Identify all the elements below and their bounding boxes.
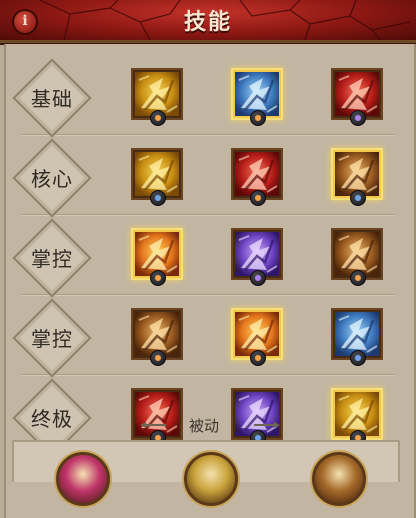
skill-slot[interactable]	[333, 230, 381, 286]
skill-slot[interactable]	[233, 150, 281, 206]
skill-slot[interactable]	[233, 70, 281, 126]
rune-badge-icon	[150, 270, 166, 286]
skill-slot[interactable]	[233, 310, 281, 366]
skill-slot[interactable]	[133, 230, 181, 286]
row-label: 核心	[31, 167, 73, 191]
skill-slot[interactable]	[333, 310, 381, 366]
bronze-passive-icon[interactable]	[312, 452, 366, 506]
rune-badge-icon	[350, 110, 366, 126]
crimson-passive-icon[interactable]	[56, 452, 110, 506]
skill-slot[interactable]	[233, 230, 281, 286]
skill-slot[interactable]	[333, 70, 381, 126]
row-label: 掌控	[31, 247, 73, 271]
row-divider	[22, 214, 394, 216]
rune-badge-icon	[150, 110, 166, 126]
rune-badge-icon	[250, 110, 266, 126]
rune-badge-icon	[250, 190, 266, 206]
gold-passive-icon[interactable]	[184, 452, 238, 506]
skill-slot[interactable]	[133, 310, 181, 366]
row-divider	[22, 134, 394, 136]
rune-badge-icon	[350, 270, 366, 286]
rune-badge-icon	[250, 270, 266, 286]
row-divider	[22, 294, 394, 296]
row-divider	[22, 374, 394, 376]
skill-slot[interactable]	[333, 150, 381, 206]
row-label: 基础	[31, 87, 73, 111]
skill-slot[interactable]	[133, 150, 181, 206]
rune-badge-icon	[150, 350, 166, 366]
row-label: 掌控	[31, 327, 73, 351]
title-bar: i 技能	[0, 0, 416, 43]
passive-section-header: 被动	[0, 413, 408, 437]
skill-slot[interactable]	[133, 70, 181, 126]
right-ornament-icon	[254, 422, 280, 428]
page-title: 技能	[183, 10, 232, 35]
rune-badge-icon	[350, 190, 366, 206]
rune-badge-icon	[150, 190, 166, 206]
rune-badge-icon	[250, 350, 266, 366]
passive-label: 被动	[188, 417, 219, 435]
rune-badge-icon	[350, 350, 366, 366]
